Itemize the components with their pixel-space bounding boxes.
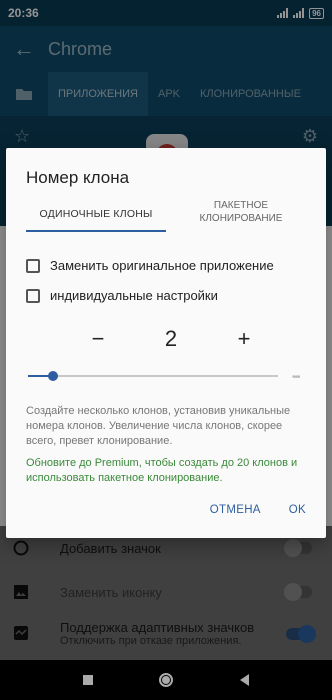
checkbox-box[interactable] <box>26 288 40 303</box>
system-nav-bar <box>0 660 332 700</box>
screen: 20:36 96 ← Chrome ПРИЛОЖЕНИЯ APK КЛОНИРО… <box>0 0 332 700</box>
checkbox-box[interactable] <box>26 258 40 273</box>
clone-count-stepper: − 2 + <box>86 326 256 352</box>
increment-button[interactable]: + <box>232 326 256 352</box>
tab-batch-line1: ПАКЕТНОЕ <box>213 200 269 211</box>
home-icon[interactable] <box>159 673 174 687</box>
clone-count-value: 2 <box>164 326 178 351</box>
checkbox-label: индивидуальные настройки <box>50 288 218 303</box>
premium-promo-text[interactable]: Обновите до Premium, чтобы создать до 20… <box>26 456 311 486</box>
checkbox-replace-original[interactable]: Заменить оригинальное приложение <box>26 258 274 273</box>
tab-single-clones[interactable]: ОДИНОЧНЫЕ КЛОНЫ <box>26 198 166 230</box>
decrement-button[interactable]: − <box>86 326 110 352</box>
dialog-title: Номер клона <box>26 168 130 187</box>
recents-icon[interactable] <box>83 675 94 685</box>
help-text: Создайте несколько клонов, установив уни… <box>26 405 291 447</box>
slider-track <box>28 375 278 377</box>
checkbox-individual-settings[interactable]: индивидуальные настройки <box>26 288 218 303</box>
ok-button[interactable]: OK <box>289 504 306 516</box>
slider-thumb[interactable] <box>48 371 58 381</box>
clone-number-dialog: Номер клона ОДИНОЧНЫЕ КЛОНЫ ПАКЕТНОЕ КЛО… <box>6 148 326 538</box>
back-icon[interactable] <box>239 674 249 686</box>
tab-indicator <box>26 230 166 232</box>
cancel-button[interactable]: ОТМЕНА <box>210 504 261 516</box>
clone-count-slider[interactable] <box>28 371 278 381</box>
more-dots-icon: ••• <box>292 372 300 383</box>
tab-batch-line2: КЛОНИРОВАНИЕ <box>199 213 283 224</box>
tab-batch-cloning[interactable]: ПАКЕТНОЕ КЛОНИРОВАНИЕ <box>176 196 306 232</box>
checkbox-label: Заменить оригинальное приложение <box>50 258 274 273</box>
dialog-actions: ОТМЕНА OK <box>210 504 306 516</box>
